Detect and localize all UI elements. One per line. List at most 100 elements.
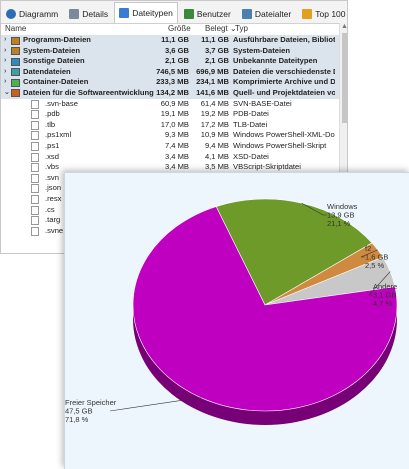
row-name: Programm-Dateien [23, 35, 91, 44]
row-name: .svn-base [45, 98, 78, 108]
category-row[interactable]: › Datendateien 746,5 MB 696,9 MB Dateien die… [1, 66, 339, 78]
row-name: Dateien für die Softwareentwicklung [23, 87, 154, 97]
row-type: Windows PowerShell-Skript [233, 140, 327, 150]
row-name: .resx [45, 193, 62, 203]
row-type: Ausführbare Dateien, Bibliothe [233, 35, 335, 44]
row-allocated: 141,6 MB [196, 87, 229, 97]
row-name: Datendateien [23, 66, 71, 76]
row-size: 3,4 MB [164, 151, 189, 161]
slice-percent-label: 2,5 % [365, 261, 385, 270]
row-allocated: 9,4 MB [204, 140, 229, 150]
row-type: System-Dateien [233, 45, 290, 55]
column-size[interactable]: Größe [168, 24, 191, 33]
calendar-icon [241, 9, 252, 19]
row-type: Quell- und Projektdateien von [233, 87, 335, 97]
row-type: TLB-Datei [233, 119, 268, 129]
details-list-icon [69, 9, 80, 19]
tab-details[interactable]: Details [64, 4, 113, 23]
category-color-icon [11, 57, 20, 66]
tab-diagramm[interactable]: Diagramm [1, 4, 63, 23]
file-type-row[interactable]: .ps1xml 9,3 MB 10,9 MB Windows PowerShell-X… [1, 130, 339, 141]
row-name: .tlb [45, 119, 56, 129]
file-icon [31, 99, 39, 109]
row-size: 60,9 MB [160, 98, 189, 108]
row-size: 233,3 MB [156, 77, 189, 87]
row-size: 3,6 GB [164, 45, 189, 55]
row-name: .targ [45, 215, 61, 225]
row-name: .vbs [45, 162, 59, 172]
category-row[interactable]: ⌄ Dateien für die Softwareentwicklung 134,… [1, 87, 339, 99]
row-size: 19,1 MB [160, 109, 189, 119]
file-type-row[interactable]: .tlb 17,0 MB 17,2 MB TLB-Datei [1, 120, 339, 131]
row-type: Windows PowerShell-XML-Doku [233, 130, 335, 140]
pie-chart: Windows13,9 GB21,1 %f21,6 GB2,5 %Andere3… [65, 198, 398, 425]
row-allocated: 19,2 MB [200, 109, 229, 119]
row-size: 746,5 MB [156, 66, 189, 76]
column-allocated[interactable]: Belegt ⌄ [205, 24, 237, 33]
category-row[interactable]: › Container-Dateien 233,3 MB 234,1 MB Kompri… [1, 77, 339, 88]
category-row[interactable]: › System-Dateien 3,6 GB 3,7 GB System-Dateie… [1, 45, 339, 57]
row-size: 7,4 MB [164, 140, 189, 150]
file-icon [31, 120, 39, 130]
file-type-row[interactable]: .xsd 3,4 MB 4,1 MB XSD-Datei [1, 152, 339, 163]
row-type: Dateien die verschiedenste Da [233, 66, 335, 76]
row-size: 9,3 MB [164, 130, 189, 140]
tab-dateitypen[interactable]: Dateitypen [114, 2, 178, 23]
tab-benutzer[interactable]: Benutzer [179, 4, 236, 23]
row-name: .svne [45, 225, 64, 235]
category-row[interactable]: › Sonstige Dateien 2,1 GB 2,1 GB Unbekannte … [1, 56, 339, 67]
tab-label: Top 100 Dateien [315, 9, 347, 19]
category-color-icon [11, 47, 20, 56]
tab-top-100-dateien[interactable]: Top 100 Dateien [297, 4, 347, 23]
slice-percent-label: 4,7 % [373, 299, 393, 308]
row-type: Unbekannte Dateitypen [233, 56, 318, 66]
row-allocated: 10,9 MB [200, 130, 229, 140]
slice-percent-label: 21,1 % [327, 219, 351, 228]
column-header: Name Größe Belegt ⌄ Typ [1, 23, 339, 35]
file-type-row[interactable]: .ps1 7,4 MB 9,4 MB Windows PowerShell-Skrip… [1, 141, 339, 152]
file-icon [31, 141, 39, 151]
row-allocated: 4,1 MB [204, 151, 229, 161]
row-name: .ps1xml [45, 130, 72, 140]
scrollbar-thumb[interactable] [342, 33, 347, 123]
row-allocated: 696,9 MB [196, 66, 229, 76]
pie-chart-icon [6, 9, 16, 19]
file-icon [31, 163, 39, 173]
file-icon [31, 194, 39, 204]
row-allocated: 234,1 MB [196, 77, 229, 87]
file-icon [31, 184, 39, 194]
tab-dateialter[interactable]: Dateialter [237, 4, 296, 23]
category-color-icon [11, 36, 20, 45]
category-row[interactable]: › Programm-Dateien 11,1 GB 11,1 GB Ausführba… [1, 35, 339, 46]
row-allocated: 11,1 GB [201, 35, 229, 44]
scroll-up-icon[interactable]: ▲ [341, 23, 347, 30]
category-color-icon [11, 78, 20, 87]
column-type[interactable]: Typ [235, 24, 248, 33]
tab-label: Benutzer [196, 9, 231, 19]
row-size: 11,1 GB [161, 35, 189, 44]
tab-bar: Diagramm Details Dateitypen Benutzer Dateial… [1, 1, 347, 24]
file-icon [31, 205, 39, 215]
file-type-row[interactable]: .pdb 19,1 MB 19,2 MB PDB-Datei [1, 109, 339, 120]
tab-label: Dateialter [254, 9, 292, 19]
row-allocated: 2,1 GB [204, 56, 229, 66]
file-icon [31, 216, 39, 226]
row-name: .json [45, 183, 62, 193]
slice-percent-label: 71,8 % [65, 415, 89, 424]
star-icon [302, 9, 313, 19]
row-name: Sonstige Dateien [23, 56, 85, 66]
row-size: 2,1 GB [164, 56, 189, 66]
row-name: .pdb [45, 109, 60, 119]
row-type: XSD-Datei [233, 151, 269, 161]
column-name[interactable]: Name [5, 24, 26, 33]
users-icon [183, 9, 194, 19]
row-name: .svn [45, 172, 59, 182]
file-types-icon [119, 8, 130, 18]
row-allocated: 61,4 MB [200, 98, 229, 108]
row-name: .xsd [45, 151, 59, 161]
row-allocated: 3,7 GB [204, 45, 229, 55]
tab-label: Diagramm [19, 9, 59, 19]
row-type: PDB-Datei [233, 109, 269, 119]
pie-chart-panel: Windows 13,9 GB 21,1 % f2 1,6 GB 2,5 % Andere 3… [64, 172, 409, 469]
file-type-row[interactable]: .svn-base 60,9 MB 61,4 MB SVN-BASE-Datei [1, 99, 339, 110]
